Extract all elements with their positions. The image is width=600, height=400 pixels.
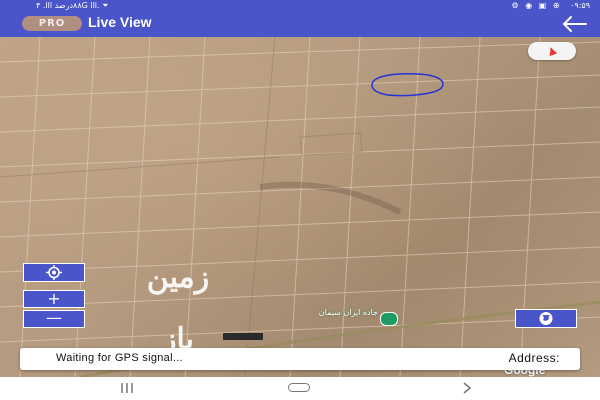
locate-me-button[interactable] <box>23 263 85 282</box>
compass-button[interactable] <box>528 42 576 60</box>
road-label: جاده ایران سیمان <box>318 308 378 317</box>
recents-icon[interactable] <box>120 382 134 394</box>
arrow-left-icon <box>562 16 587 32</box>
watermark-logo: زمین باز <box>146 260 210 357</box>
zoom-out-button[interactable]: — <box>23 310 85 328</box>
terrain-texture <box>0 37 600 377</box>
status-left: ٨٨درصد ااا. ۴G ااا. ⏷ <box>36 1 109 10</box>
map-type-button[interactable] <box>515 309 577 328</box>
info-card: Waiting for GPS signal... Address: <box>20 348 580 370</box>
status-right: ⚙ ◉ ▣ ⊕ ۰۹:۵۹ <box>512 0 590 11</box>
status-bar: ٨٨درصد ااا. ۴G ااا. ⏷ ⚙ ◉ ▣ ⊕ ۰۹:۵۹ <box>0 0 600 11</box>
address-label: Address: <box>508 351 560 365</box>
compass-icon <box>546 45 558 57</box>
map-feature <box>223 333 263 340</box>
zoom-in-button[interactable]: + <box>23 290 85 308</box>
system-nav-bar <box>0 377 600 400</box>
satellite-map[interactable]: زمین باز + — جاده ایران سیمان Google <box>0 37 600 377</box>
page-title: Live View <box>88 14 152 30</box>
road-marker-icon[interactable] <box>380 312 398 326</box>
status-icons: ⚙ ◉ ▣ ⊕ <box>511 1 562 10</box>
gps-status-text: Waiting for GPS signal... <box>56 352 183 364</box>
back-button[interactable] <box>560 14 588 34</box>
globe-icon <box>539 312 553 325</box>
back-chevron-icon[interactable] <box>462 382 472 394</box>
pro-badge[interactable]: PRO <box>22 16 82 31</box>
home-icon[interactable] <box>288 383 310 392</box>
app-bar: PRO Live View <box>0 11 600 37</box>
location-accuracy-circle <box>371 73 444 97</box>
status-time: ۰۹:۵۹ <box>570 1 590 10</box>
crosshair-locate-icon <box>46 265 62 280</box>
